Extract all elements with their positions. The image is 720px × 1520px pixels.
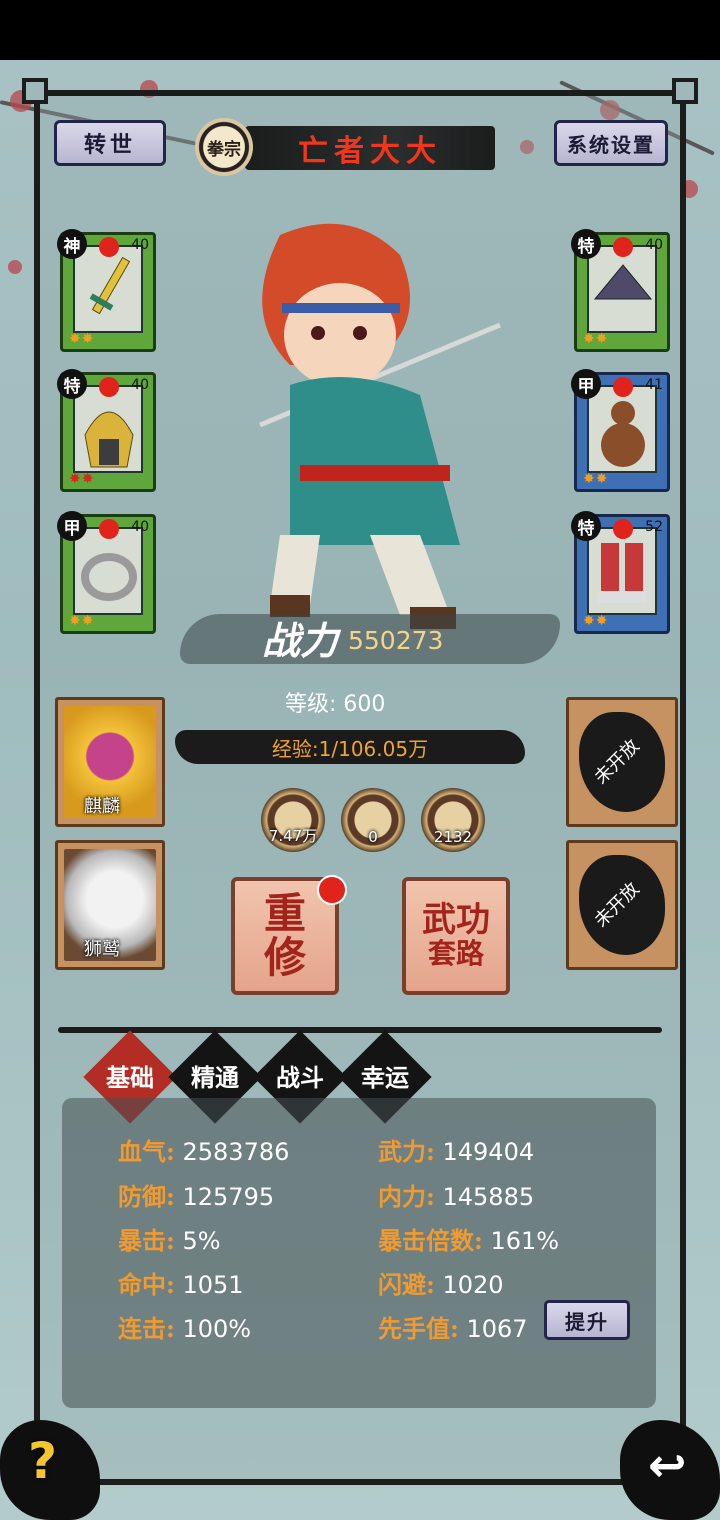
upgrade-button[interactable]: 提升 (544, 1300, 630, 1340)
mount-slot-griffin[interactable]: 狮鹫 (55, 840, 165, 970)
equip-slot-hat[interactable]: 特 40 ✸✸ (571, 229, 670, 352)
stat-combo: 连击: 100% (118, 1314, 252, 1343)
combat-power: 战力 550273 (180, 606, 560, 670)
gourd-icon (601, 401, 645, 467)
rebuild-button[interactable]: 重 修 (231, 875, 347, 995)
resource-pill[interactable]: 0 (341, 788, 405, 852)
notification-dot (613, 377, 633, 397)
boots-icon (597, 543, 647, 603)
resource-orb[interactable]: 2132 (421, 788, 485, 852)
back-icon[interactable]: ↩ (648, 1438, 687, 1492)
stat-hp: 血气: 2583786 (118, 1137, 290, 1166)
ring-icon (81, 553, 137, 601)
panel-corner (22, 78, 48, 104)
stat-crit-multiplier: 暴击倍数: 161% (378, 1226, 560, 1255)
locked-slot[interactable]: 未开放 (566, 697, 678, 827)
stat-force: 武力: 149404 (378, 1137, 535, 1166)
mount-slot-qilin[interactable]: 麒麟 (55, 697, 165, 827)
stat-initiative: 先手值: 1067 (378, 1314, 528, 1343)
notification-dot (613, 237, 633, 257)
locked-slot[interactable]: 未开放 (566, 840, 678, 970)
hat-icon (593, 264, 653, 300)
sword-icon (89, 256, 131, 315)
notification-dot (99, 377, 119, 397)
notification-dot (613, 519, 633, 539)
sect-badge: 拳宗 (195, 118, 253, 176)
stat-hit: 命中: 1051 (118, 1270, 244, 1299)
settings-button[interactable]: 系统设置 (554, 120, 668, 166)
panel-corner (672, 78, 698, 104)
tab-combat[interactable]: 战斗 (255, 1058, 345, 1093)
equip-slot-boots[interactable]: 特 52 ✸✸ (571, 511, 670, 634)
equip-slot-gourd[interactable]: 甲 41 ✸✸ (571, 369, 670, 492)
stat-defense: 防御: 125795 (118, 1182, 275, 1211)
resource-coin[interactable]: 7.47万 (261, 788, 325, 852)
stat-dodge: 闪避: 1020 (378, 1270, 504, 1299)
helmet-icon (84, 411, 134, 468)
exp-bar: 经验:1/106.05万 (175, 730, 525, 764)
notification-dot (99, 237, 119, 257)
tab-luck[interactable]: 幸运 (340, 1058, 430, 1093)
equip-slot-helmet[interactable]: 特 40 ✸✸ (57, 369, 156, 492)
tab-mastery[interactable]: 精通 (170, 1058, 260, 1093)
notification-dot (99, 519, 119, 539)
stat-crit: 暴击: 5% (118, 1226, 221, 1255)
stat-inner-power: 内力: 145885 (378, 1182, 535, 1211)
notification-dot (317, 875, 347, 905)
equip-slot-ring[interactable]: 甲 40 ✸✸ (57, 511, 156, 634)
status-bar (0, 0, 720, 60)
hero-character[interactable] (200, 215, 520, 635)
equip-slot-weapon[interactable]: 神 40 ✸✸ (57, 229, 156, 352)
tab-basic[interactable]: 基础 (85, 1058, 175, 1093)
divider (58, 1027, 662, 1033)
help-icon[interactable]: ? (28, 1432, 57, 1490)
level-text: 等级: 600 (285, 692, 386, 717)
rebirth-button[interactable]: 转世 (54, 120, 166, 166)
player-name: 亡者大大 (245, 126, 495, 170)
martial-arts-button[interactable]: 武功 套路 (402, 877, 510, 995)
